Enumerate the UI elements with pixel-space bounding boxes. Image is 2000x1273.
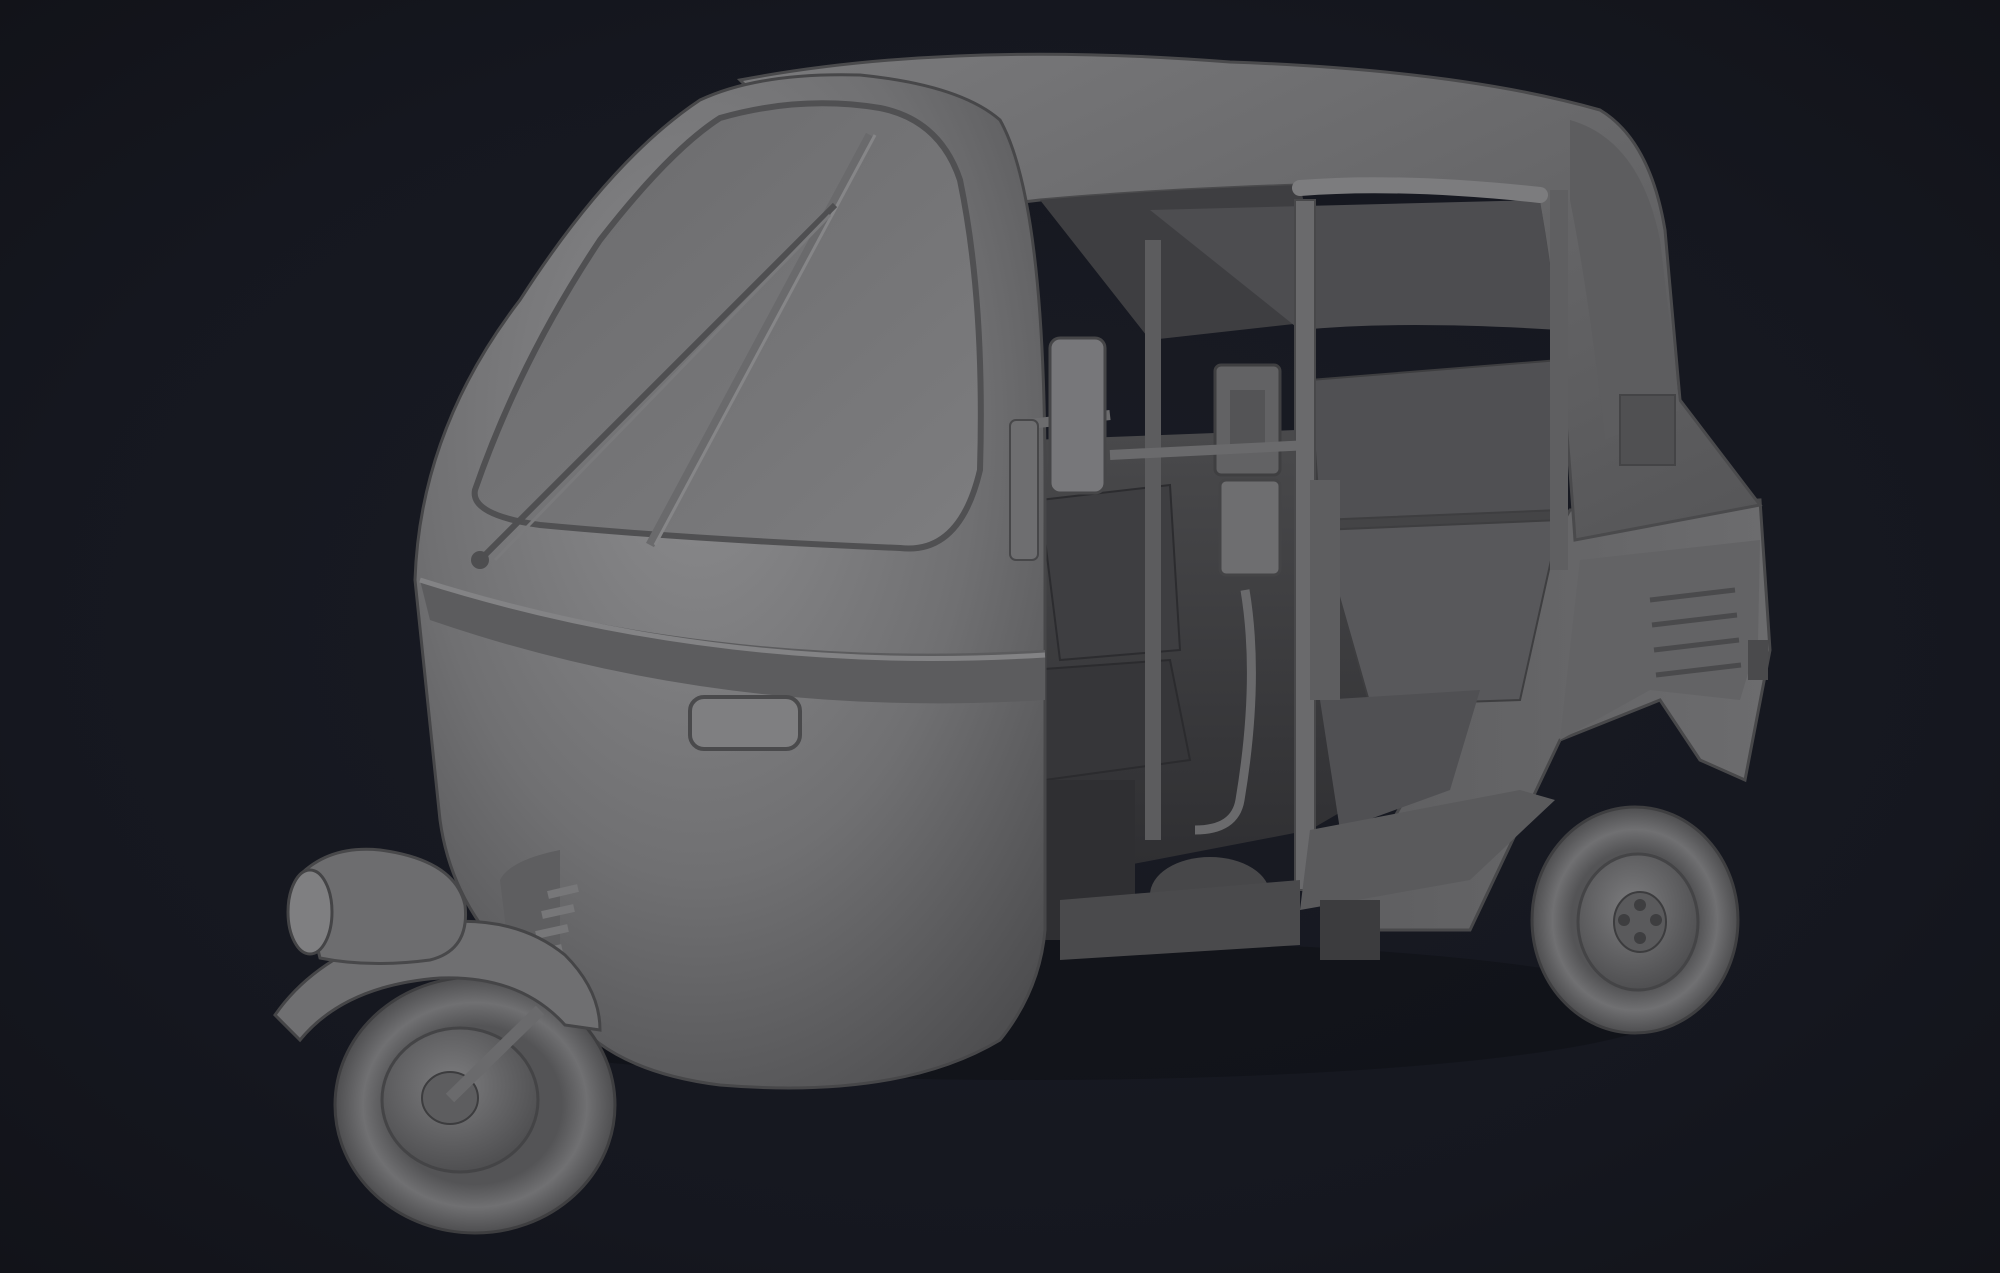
auto-rickshaw-render: [273, 52, 1772, 1235]
rear-wheel: [1530, 805, 1740, 1035]
render-viewport: [0, 0, 2000, 1273]
driver-seat-cushion: [1028, 658, 1192, 782]
rear-seat-back: [1308, 358, 1561, 522]
windshield: [471, 100, 984, 552]
headlight: [286, 847, 468, 966]
door-handle: [688, 695, 802, 751]
